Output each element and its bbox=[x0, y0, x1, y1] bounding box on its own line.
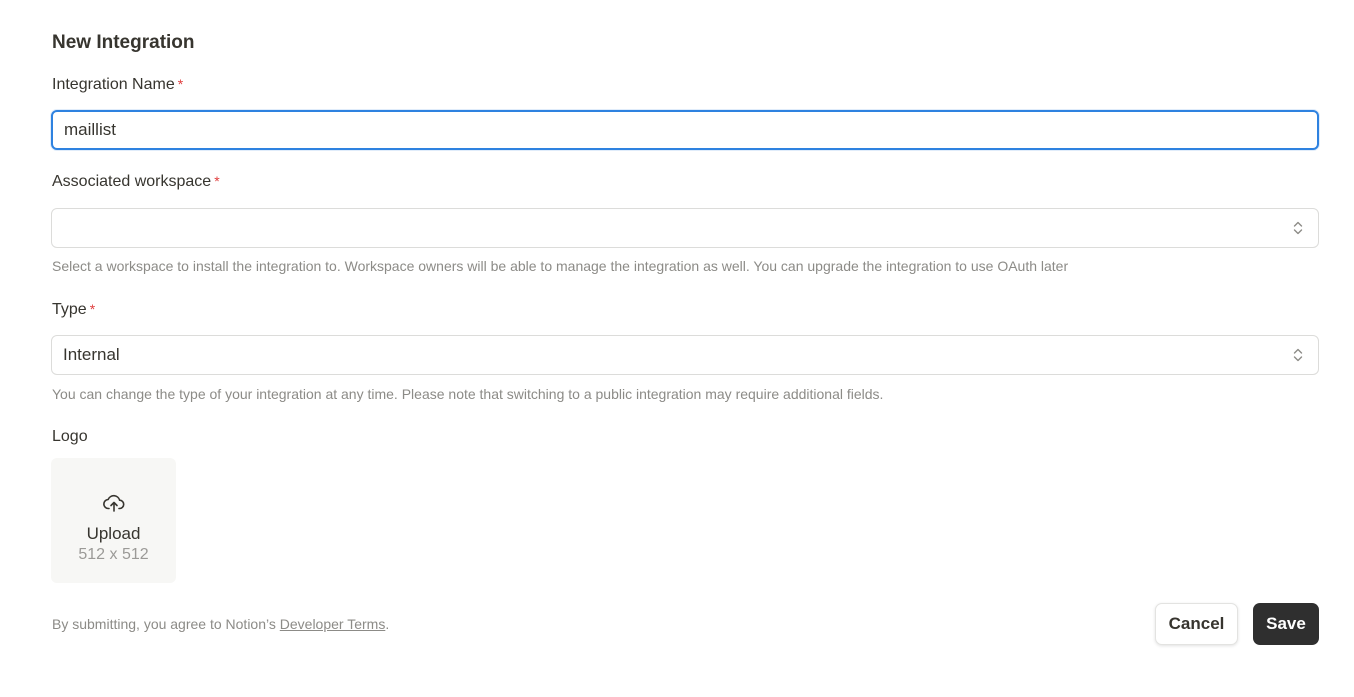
required-marker: * bbox=[214, 173, 220, 189]
cancel-button[interactable]: Cancel bbox=[1155, 603, 1238, 645]
chevron-up-down-icon bbox=[1291, 219, 1305, 237]
workspace-select[interactable] bbox=[51, 208, 1319, 248]
integration-name-label: Integration Name * bbox=[52, 76, 183, 94]
chevron-up-down-icon bbox=[1291, 346, 1305, 364]
required-marker: * bbox=[89, 301, 96, 317]
page-title: New Integration bbox=[52, 32, 195, 53]
integration-name-label-text: Integration Name bbox=[52, 76, 175, 93]
cloud-upload-icon bbox=[102, 491, 126, 515]
new-integration-form: New Integration Integration Name* Associ… bbox=[0, 0, 1354, 697]
workspace-hint: Select a workspace to install the integr… bbox=[52, 258, 1069, 274]
logo-label: Logo bbox=[52, 428, 88, 445]
type-hint: You can change the type of your integrat… bbox=[52, 386, 884, 402]
type-select[interactable]: Internal bbox=[51, 335, 1319, 375]
integration-name-input[interactable] bbox=[51, 110, 1319, 150]
terms-suffix: . bbox=[385, 616, 390, 632]
terms-notice: By submitting, you agree to Notion’s Dev… bbox=[52, 616, 389, 632]
logo-upload-button[interactable]: Upload 512 x 512 bbox=[51, 458, 176, 583]
developer-terms-link[interactable]: Developer Terms bbox=[280, 616, 386, 632]
workspace-label-text: Associated workspace bbox=[52, 173, 212, 190]
terms-prefix: By submitting, you agree to Notion’s bbox=[52, 616, 280, 632]
upload-size-hint: 512 x 512 bbox=[78, 545, 149, 563]
required-marker: * bbox=[177, 76, 184, 92]
upload-label: Upload bbox=[86, 523, 141, 543]
type-label: Type * bbox=[52, 301, 95, 319]
type-label-text: Type bbox=[52, 301, 87, 318]
save-button[interactable]: Save bbox=[1253, 603, 1319, 645]
type-select-value: Internal bbox=[63, 345, 120, 364]
workspace-label: Associated workspace * bbox=[52, 173, 220, 191]
